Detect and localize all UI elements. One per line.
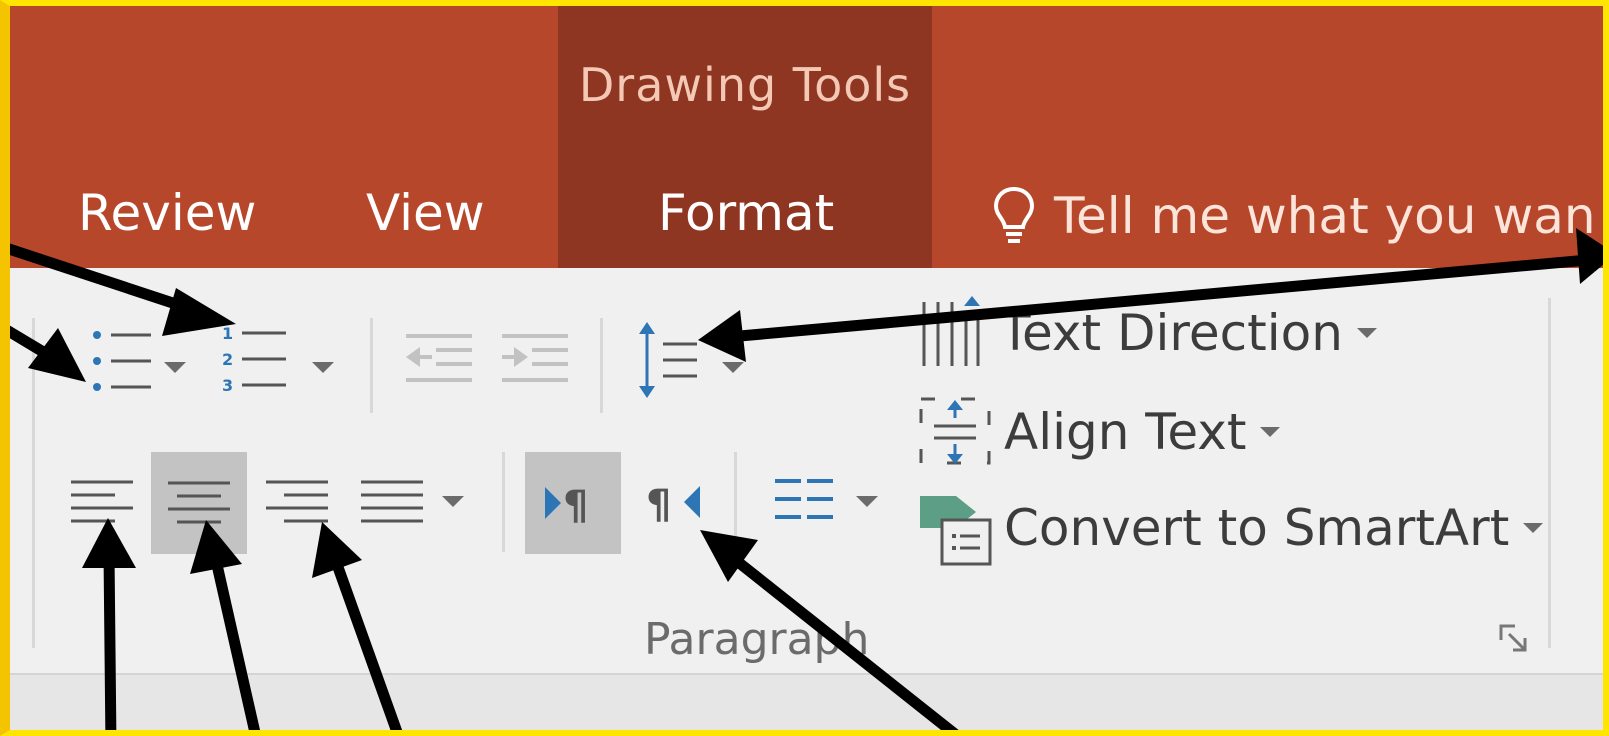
increase-indent-icon (502, 334, 568, 382)
svg-text:¶: ¶ (646, 482, 671, 524)
align-right-button[interactable] (258, 452, 334, 552)
group-right-border (1548, 298, 1551, 648)
convert-to-smartart-label: Convert to SmartArt (1004, 499, 1510, 557)
justify-dropdown[interactable] (442, 496, 464, 507)
columns-icon (775, 479, 833, 519)
group-left-border (32, 318, 35, 648)
justify-button[interactable] (354, 452, 430, 552)
align-left-icon (71, 480, 133, 523)
dialog-launcher-icon[interactable] (1499, 624, 1529, 654)
align-text-icon (919, 397, 991, 465)
separator (600, 318, 603, 413)
separator (370, 318, 373, 413)
align-center-button[interactable] (151, 452, 247, 554)
text-direction-dropdown-arrow (1356, 328, 1377, 338)
columns-dropdown[interactable] (856, 496, 878, 507)
convert-to-smartart-button[interactable]: Convert to SmartArt (918, 490, 1544, 566)
numbering-button[interactable]: 1 2 3 (210, 320, 300, 396)
separator (734, 452, 737, 552)
line-spacing-icon (639, 322, 697, 398)
svg-text:3: 3 (222, 376, 233, 395)
align-text-dropdown-arrow (1260, 427, 1281, 437)
tell-me-text: Tell me what you wan (1054, 187, 1596, 245)
right-to-left-button[interactable]: ¶ (634, 452, 714, 552)
ribbon-bottom-bar (10, 673, 1603, 730)
svg-text:¶: ¶ (563, 483, 588, 525)
align-center-icon (168, 481, 230, 524)
numbering-icon: 1 2 3 (222, 324, 286, 395)
convert-to-smartart-dropdown-arrow (1523, 523, 1544, 533)
align-left-button[interactable] (65, 452, 141, 552)
bullets-icon (93, 331, 151, 391)
ltr-paragraph-icon: ¶ (545, 483, 588, 525)
tab-review[interactable]: Review (78, 184, 256, 242)
text-direction-label: Text Direction (1000, 304, 1343, 362)
increase-indent-button[interactable] (494, 324, 574, 396)
ribbon-paragraph-group: 1 2 3 ¶ ¶ Text Direction Align Text Conv… (10, 268, 1603, 673)
numbering-dropdown[interactable] (312, 362, 334, 373)
title-bar: Drawing Tools Review View Format Tell me… (10, 6, 1603, 268)
justify-icon (361, 480, 423, 523)
rtl-paragraph-icon: ¶ (646, 482, 700, 524)
columns-button[interactable] (766, 464, 842, 534)
contextual-group-title: Drawing Tools (578, 58, 912, 112)
text-direction-button[interactable]: Text Direction (918, 296, 1377, 370)
smartart-icon (920, 496, 992, 566)
tab-format[interactable]: Format (658, 184, 834, 242)
line-spacing-button[interactable] (630, 320, 710, 400)
bullets-dropdown[interactable] (164, 362, 186, 373)
text-direction-icon (922, 296, 980, 366)
svg-text:2: 2 (222, 350, 233, 369)
decrease-indent-icon (406, 334, 472, 382)
separator (502, 452, 505, 552)
line-spacing-dropdown[interactable] (722, 362, 744, 373)
bullets-button[interactable] (60, 320, 180, 396)
svg-text:1: 1 (222, 324, 233, 343)
align-right-icon (266, 480, 328, 523)
lightbulb-icon (993, 186, 1035, 243)
decrease-indent-button[interactable] (398, 324, 478, 396)
align-text-button[interactable]: Align Text (918, 396, 1281, 468)
screenshot-frame: Drawing Tools Review View Format Tell me… (0, 0, 1609, 736)
align-text-label: Align Text (1004, 403, 1247, 461)
paragraph-group-label: Paragraph (644, 614, 870, 665)
left-to-right-button[interactable]: ¶ (525, 452, 621, 554)
tell-me-search[interactable]: Tell me what you wan (992, 176, 1596, 256)
tab-view[interactable]: View (366, 184, 485, 242)
